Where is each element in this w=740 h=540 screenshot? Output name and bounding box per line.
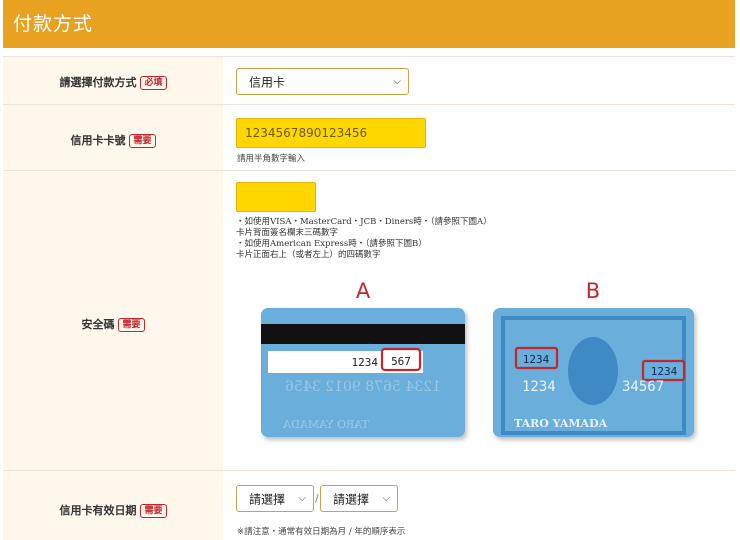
- expiry-year-select[interactable]: 請選擇 ⌵: [320, 485, 398, 512]
- expiry-month-select[interactable]: 請選擇 ⌵: [236, 485, 314, 512]
- instruction-line: ・如使用VISA・MasterCard・JCB・Diners時・（請參照下圖A）: [236, 217, 492, 227]
- instruction-line: 卡片背面簽名欄末三碼數字: [236, 228, 339, 238]
- expiry-note: ※請注意・通常有效日期為月 / 年的順序表示: [237, 527, 406, 537]
- security-code-row: 安全碼 需要: [3, 170, 735, 471]
- expiry-year-value: 請選擇: [333, 492, 370, 506]
- chevron-down-icon: ⌵: [382, 492, 390, 504]
- instruction-line: ・如使用American Express時・（請參照下圖B）: [236, 239, 427, 249]
- expiry-month-value: 請選擇: [249, 492, 286, 506]
- required-badge: 需要: [129, 134, 156, 148]
- security-code-input[interactable]: [236, 182, 316, 212]
- payment-method-row: 請選擇付款方式 必填 信用卡 ⌵: [3, 56, 735, 105]
- instruction-line: 卡片正面右上（或者左上）的四碼數字: [236, 250, 381, 260]
- required-badge: 需要: [140, 504, 167, 518]
- expiry-label-text: 信用卡有效日期: [59, 504, 137, 517]
- payment-method-label: 請選擇付款方式 必填: [3, 74, 223, 90]
- page-title: 付款方式: [13, 13, 94, 35]
- payment-method-value: 信用卡: [249, 75, 286, 89]
- required-badge: 需要: [118, 318, 145, 332]
- section-header: 付款方式: [3, 0, 735, 48]
- chevron-down-icon: ⌵: [393, 75, 401, 87]
- expiry-row: 信用卡有效日期 需要 請選擇 ⌵ / 請選擇 ⌵ ※請注意・通常有效日期為月 / …: [3, 470, 735, 540]
- card-number-hint: 請用半角數字輸入: [237, 154, 306, 164]
- payment-method-label-text: 請選擇付款方式: [59, 76, 137, 89]
- card-number-row: 信用卡卡號需要 請用半角數字輸入: [3, 104, 735, 171]
- chevron-down-icon: ⌵: [298, 492, 306, 504]
- expiry-separator: /: [315, 492, 319, 505]
- security-code-label-text: 安全碼: [81, 318, 115, 331]
- card-number-label: 信用卡卡號 需要: [3, 132, 223, 148]
- security-code-instructions: ・如使用VISA・MasterCard・JCB・Diners時・（請參照下圖A）…: [236, 217, 492, 261]
- card-number-label-text: 信用卡卡號: [70, 134, 126, 147]
- payment-method-select[interactable]: 信用卡 ⌵: [236, 68, 409, 95]
- expiry-label: 信用卡有效日期 需要: [3, 502, 223, 518]
- card-number-input[interactable]: [236, 118, 426, 148]
- security-code-label: 安全碼 需要: [3, 316, 223, 332]
- required-badge: 必填: [140, 76, 167, 90]
